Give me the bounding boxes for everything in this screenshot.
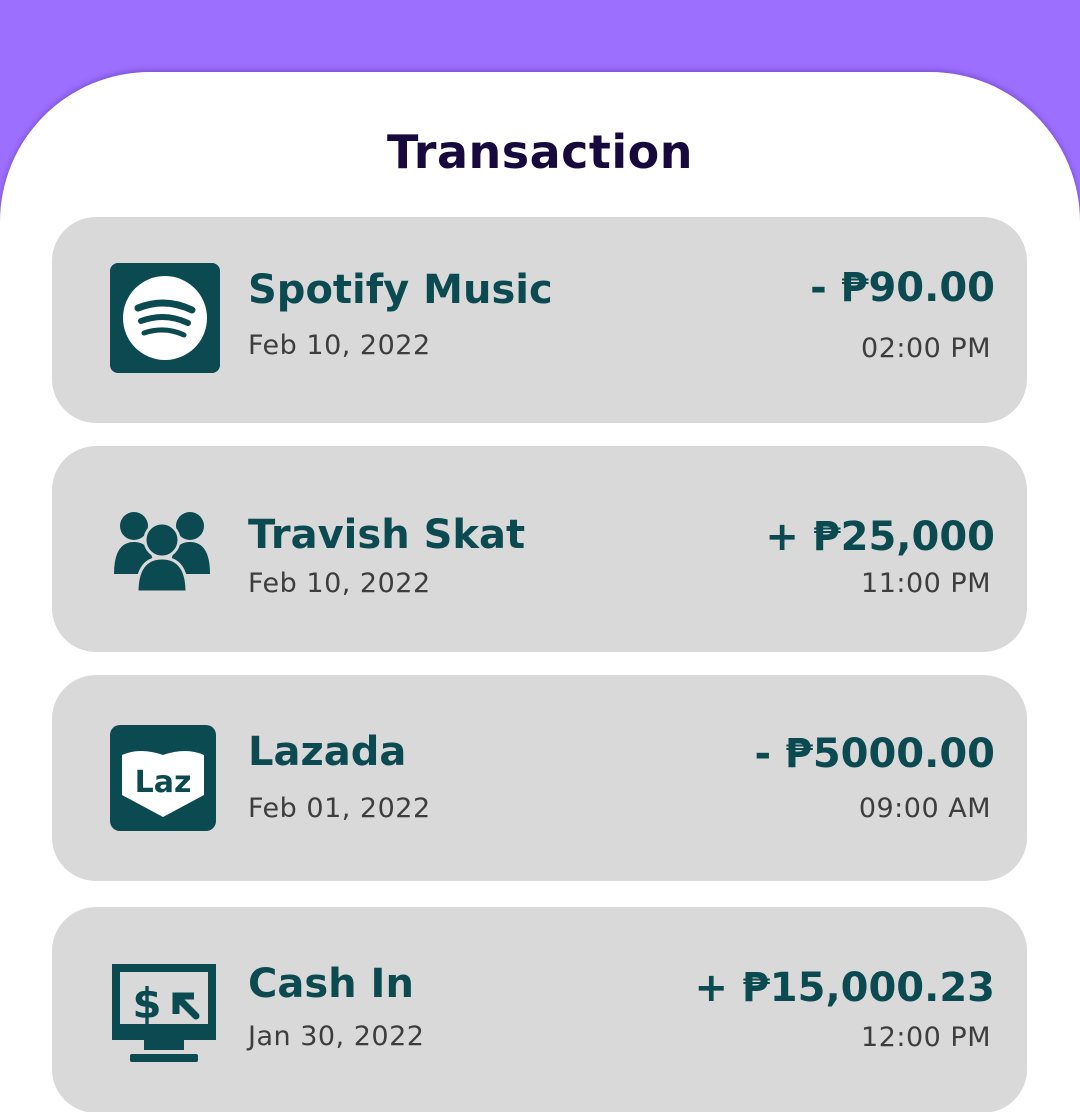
transaction-item-cash-in[interactable]: $ Cash In Jan 30, 2022 + ₱15,000.23 12:0… [52,907,1027,1112]
lazada-icon-text: Laz [135,765,192,800]
transaction-date: Feb 01, 2022 [248,793,431,824]
transaction-date: Jan 30, 2022 [248,1021,425,1052]
transaction-time: 12:00 PM [861,1022,991,1053]
transaction-date: Feb 10, 2022 [248,568,431,599]
transaction-item-spotify[interactable]: Spotify Music Feb 10, 2022 - ₱90.00 02:0… [52,217,1027,423]
transaction-item-lazada[interactable]: Laz Lazada Feb 01, 2022 - ₱5000.00 09:00… [52,675,1027,881]
people-group-icon [110,492,214,596]
transaction-amount: + ₱15,000.23 [694,965,996,1011]
page-title: Transaction [386,125,694,179]
transaction-item-travish-skat[interactable]: Travish Skat Feb 10, 2022 + ₱25,000 11:0… [52,446,1027,652]
transaction-time: 11:00 PM [861,568,991,599]
transaction-time: 09:00 AM [858,793,991,824]
svg-text:$: $ [132,979,161,1028]
transaction-amount: + ₱25,000 [765,514,995,560]
transaction-name: Travish Skat [248,512,526,558]
lazada-icon: Laz [110,725,216,831]
transaction-time: 02:00 PM [861,333,991,364]
transaction-name: Lazada [248,729,407,775]
transaction-name: Cash In [248,961,414,1007]
cash-in-monitor-icon: $ [110,962,218,1066]
transaction-amount: - ₱90.00 [810,265,995,311]
transaction-date: Feb 10, 2022 [248,330,431,361]
spotify-icon [110,263,220,373]
transaction-amount: - ₱5000.00 [754,731,995,777]
transaction-name: Spotify Music [248,267,553,313]
